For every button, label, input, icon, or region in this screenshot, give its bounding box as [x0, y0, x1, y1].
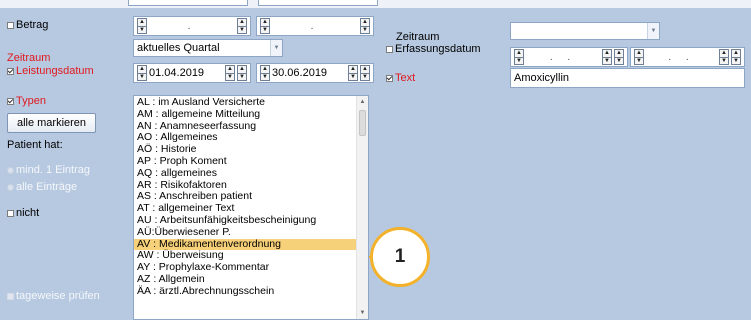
spinner-icon[interactable]: ▲ ▼: [225, 65, 235, 81]
checkbox-checked-icon: [7, 97, 14, 105]
list-item[interactable]: AQ : allgemeines: [134, 167, 358, 180]
checkbox-icon: [7, 209, 14, 217]
list-item[interactable]: AÜ:Überwiesener P.: [134, 226, 358, 239]
list-item[interactable]: AM : allgemeine Mitteilung: [134, 108, 358, 121]
checkbox-icon: [386, 45, 393, 53]
typen-list: AL : im Ausland Versicherte AM : allgemei…: [134, 96, 358, 298]
checkbox-checked-icon: [386, 74, 393, 82]
spinner-icon[interactable]: ▲ ▼: [237, 18, 247, 34]
callout-badge: 1: [370, 227, 430, 287]
scroll-down-icon[interactable]: ▼: [357, 307, 368, 319]
listbox-scrollbar[interactable]: ▲ ▼: [356, 96, 368, 319]
previous-field-edge: [128, 0, 248, 6]
typen-checkbox[interactable]: Typen: [7, 95, 46, 108]
spinner-icon[interactable]: ▲ ▼: [634, 49, 644, 65]
text-search-input[interactable]: Amoxicyllin: [510, 68, 745, 88]
radio-min-one-entry[interactable]: mind. 1 Eintrag: [7, 164, 90, 177]
list-item[interactable]: ÄA : ärztl.Abrechnungsschein: [134, 285, 358, 298]
typen-listbox[interactable]: AL : im Ausland Versicherte AM : allgemei…: [133, 95, 369, 320]
radio-all-entries[interactable]: alle Einträge: [7, 181, 77, 194]
spinner-icon[interactable]: ▲ ▼: [614, 49, 624, 65]
spinner-icon[interactable]: ▲ ▼: [348, 65, 358, 81]
zeitraum-leistungsdatum-label: Zeitraum: [7, 52, 51, 64]
list-item[interactable]: AU : Arbeitsunfähigkeitsbescheinigung: [134, 214, 358, 227]
scroll-up-icon[interactable]: ▲: [357, 96, 368, 108]
radio-icon: [7, 166, 14, 174]
erfassungsdatum-to-field[interactable]: ▲ ▼ . . ▲ ▼ ▲ ▼: [630, 47, 745, 67]
scroll-thumb[interactable]: [359, 110, 366, 136]
previous-field-edge: [258, 0, 378, 6]
erfassungsdatum-select[interactable]: ▼: [510, 22, 660, 40]
spinner-icon[interactable]: ▲ ▼: [731, 49, 741, 65]
spinner-icon[interactable]: ▲ ▼: [719, 49, 729, 65]
betrag-to-field[interactable]: ▲ ▼ . ▲ ▼: [256, 16, 374, 36]
spinner-icon[interactable]: ▲ ▼: [260, 65, 270, 81]
patient-hat-label: Patient hat:: [7, 139, 63, 151]
spinner-icon[interactable]: ▲ ▼: [360, 18, 370, 34]
betrag-from-field[interactable]: ▲ ▼ . ▲ ▼: [133, 16, 251, 36]
erfassungsdatum-from-field[interactable]: ▲ ▼ . . ▲ ▼ ▲ ▼: [510, 47, 628, 67]
spinner-icon[interactable]: ▲ ▼: [137, 18, 147, 34]
leistungsdatum-from-field[interactable]: ▲ ▼ 01.04.2019 ▲ ▼ ▲ ▼: [133, 63, 251, 83]
spinner-icon[interactable]: ▲ ▼: [360, 65, 370, 81]
zeitraum-leistungsdatum-checkbox[interactable]: Leistungsdatum: [7, 65, 94, 78]
select-all-button[interactable]: alle markieren: [7, 113, 96, 133]
spinner-icon[interactable]: ▲ ▼: [260, 18, 270, 34]
spinner-icon[interactable]: ▲ ▼: [602, 49, 612, 65]
quarter-select[interactable]: aktuelles Quartal ▼: [133, 39, 283, 57]
checkbox-checked-icon: [7, 67, 14, 75]
radio-icon: [7, 183, 14, 191]
spinner-icon[interactable]: ▲ ▼: [514, 49, 524, 65]
checkbox-icon: [7, 21, 14, 29]
top-strip: [0, 0, 751, 8]
nicht-checkbox[interactable]: nicht: [7, 207, 39, 220]
zeitraum-erfassungsdatum-checkbox[interactable]: Erfassungsdatum: [386, 43, 481, 56]
list-item[interactable]: AP : Proph Koment: [134, 155, 358, 168]
list-item[interactable]: AZ : Allgemein: [134, 273, 358, 286]
spinner-icon[interactable]: ▲ ▼: [137, 65, 147, 81]
spinner-icon[interactable]: ▲ ▼: [237, 65, 247, 81]
checkbox-icon: [7, 292, 14, 300]
text-checkbox[interactable]: Text: [386, 72, 415, 85]
betrag-label: Betrag: [16, 19, 49, 31]
chevron-down-icon[interactable]: ▼: [270, 40, 282, 56]
leistungsdatum-to-field[interactable]: ▲ ▼ 30.06.2019 ▲ ▼ ▲ ▼: [256, 63, 374, 83]
betrag-checkbox[interactable]: Betrag: [7, 19, 48, 32]
tageweise-checkbox[interactable]: tageweise prüfen: [7, 290, 100, 303]
chevron-down-icon[interactable]: ▼: [647, 23, 659, 39]
